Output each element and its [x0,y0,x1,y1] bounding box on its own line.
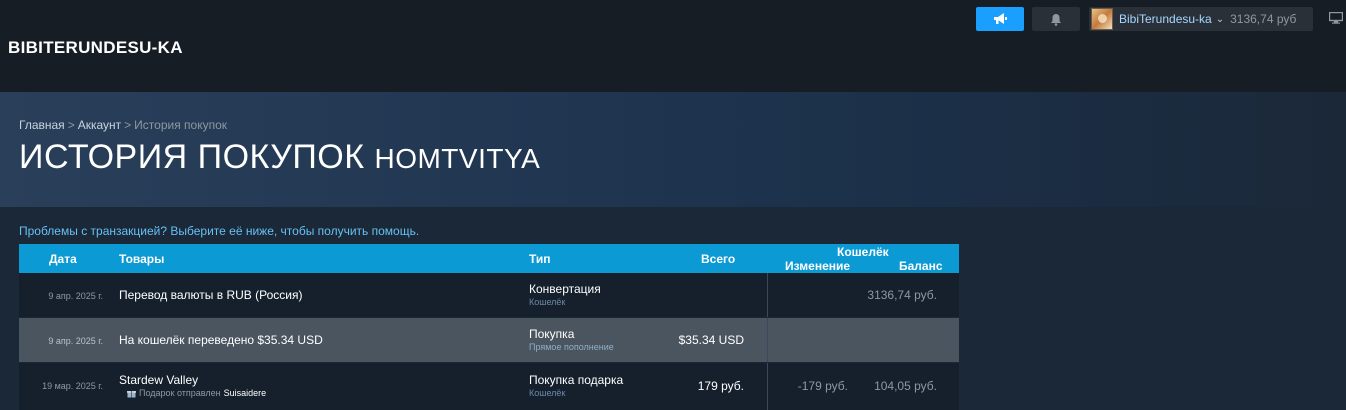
wallet-balance[interactable]: 3136,74 руб [1230,12,1296,26]
header-type: Тип [529,252,551,266]
breadcrumb-separator: > [67,118,75,132]
table-row[interactable]: 19 мар. 2025 г. Stardew Valley Подарок о… [19,363,959,410]
monitor-icon[interactable] [1329,12,1343,24]
row-balance: 3136,74 руб. [867,288,937,302]
avatar[interactable] [1091,8,1113,30]
row-type-sub: Кошелёк [529,297,566,307]
page-title-text: ИСТОРИЯ ПОКУПОК [19,138,365,176]
breadcrumb-home[interactable]: Главная [19,118,65,132]
header-items: Товары [119,252,165,266]
bell-icon [1051,13,1061,26]
breadcrumb-account[interactable]: Аккаунт [78,118,121,132]
column-divider [767,363,768,410]
transaction-help-link[interactable]: Проблемы с транзакцией? Выберите её ниже… [19,224,419,238]
page-title-account: HOMTVITYA [374,143,541,174]
account-menu[interactable]: BibiTerundesu-ka ⌄ 3136,74 руб [1089,7,1313,31]
table-row[interactable]: 9 апр. 2025 г. Перевод валюты в RUB (Рос… [19,273,959,317]
row-item: Stardew Valley [119,373,199,387]
row-item: Перевод валюты в RUB (Россия) [119,288,303,302]
row-type-sub: Кошелёк [529,388,566,398]
header-date: Дата [49,252,77,266]
table-header: Дата Товары Тип Всего Кошелёк Изменение … [19,244,959,273]
header-change: Изменение [785,259,851,273]
column-divider [767,273,768,317]
purchase-history-table: Дата Товары Тип Всего Кошелёк Изменение … [19,244,959,410]
row-balance: 104,05 руб. [874,379,937,393]
chevron-down-icon[interactable]: ⌄ [1216,14,1224,25]
announcements-button[interactable] [976,7,1024,31]
gift-label: Подарок отправлен [139,388,221,398]
profile-username-title: BIBITERUNDESU-KA [8,38,183,57]
row-total: $35.34 USD [678,333,744,347]
row-type: Покупка подарка [529,373,624,387]
table-row[interactable]: 9 апр. 2025 г. На кошелёк переведено $35… [19,318,959,362]
gift-recipient[interactable]: Suisaidere [224,388,267,398]
row-date: 9 апр. 2025 г. [48,336,103,346]
row-item: На кошелёк переведено $35.34 USD [119,333,323,347]
row-change: -179 руб. [797,379,848,393]
row-type: Покупка [529,327,575,341]
header-balance: Баланс [899,259,943,273]
account-name[interactable]: BibiTerundesu-ka [1119,12,1212,26]
row-type: Конвертация [529,282,601,296]
megaphone-icon [994,13,1007,24]
header-wallet: Кошелёк [837,245,889,259]
row-date: 19 мар. 2025 г. [42,381,103,391]
column-divider [767,318,768,362]
gift-icon [127,390,136,397]
row-total: 179 руб. [697,379,744,393]
gift-sent-line: Подарок отправлен Suisaidere [127,388,266,398]
row-type-sub: Прямое пополнение [529,342,614,352]
page-title: ИСТОРИЯ ПОКУПОК HOMTVITYA [19,138,540,177]
breadcrumb-current: История покупок [134,118,228,132]
row-date: 9 апр. 2025 г. [48,291,103,301]
breadcrumb-separator: > [124,118,132,132]
header-total: Всего [701,252,736,266]
breadcrumb: Главная > Аккаунт > История покупок [19,118,227,132]
notifications-button[interactable] [1032,7,1080,31]
